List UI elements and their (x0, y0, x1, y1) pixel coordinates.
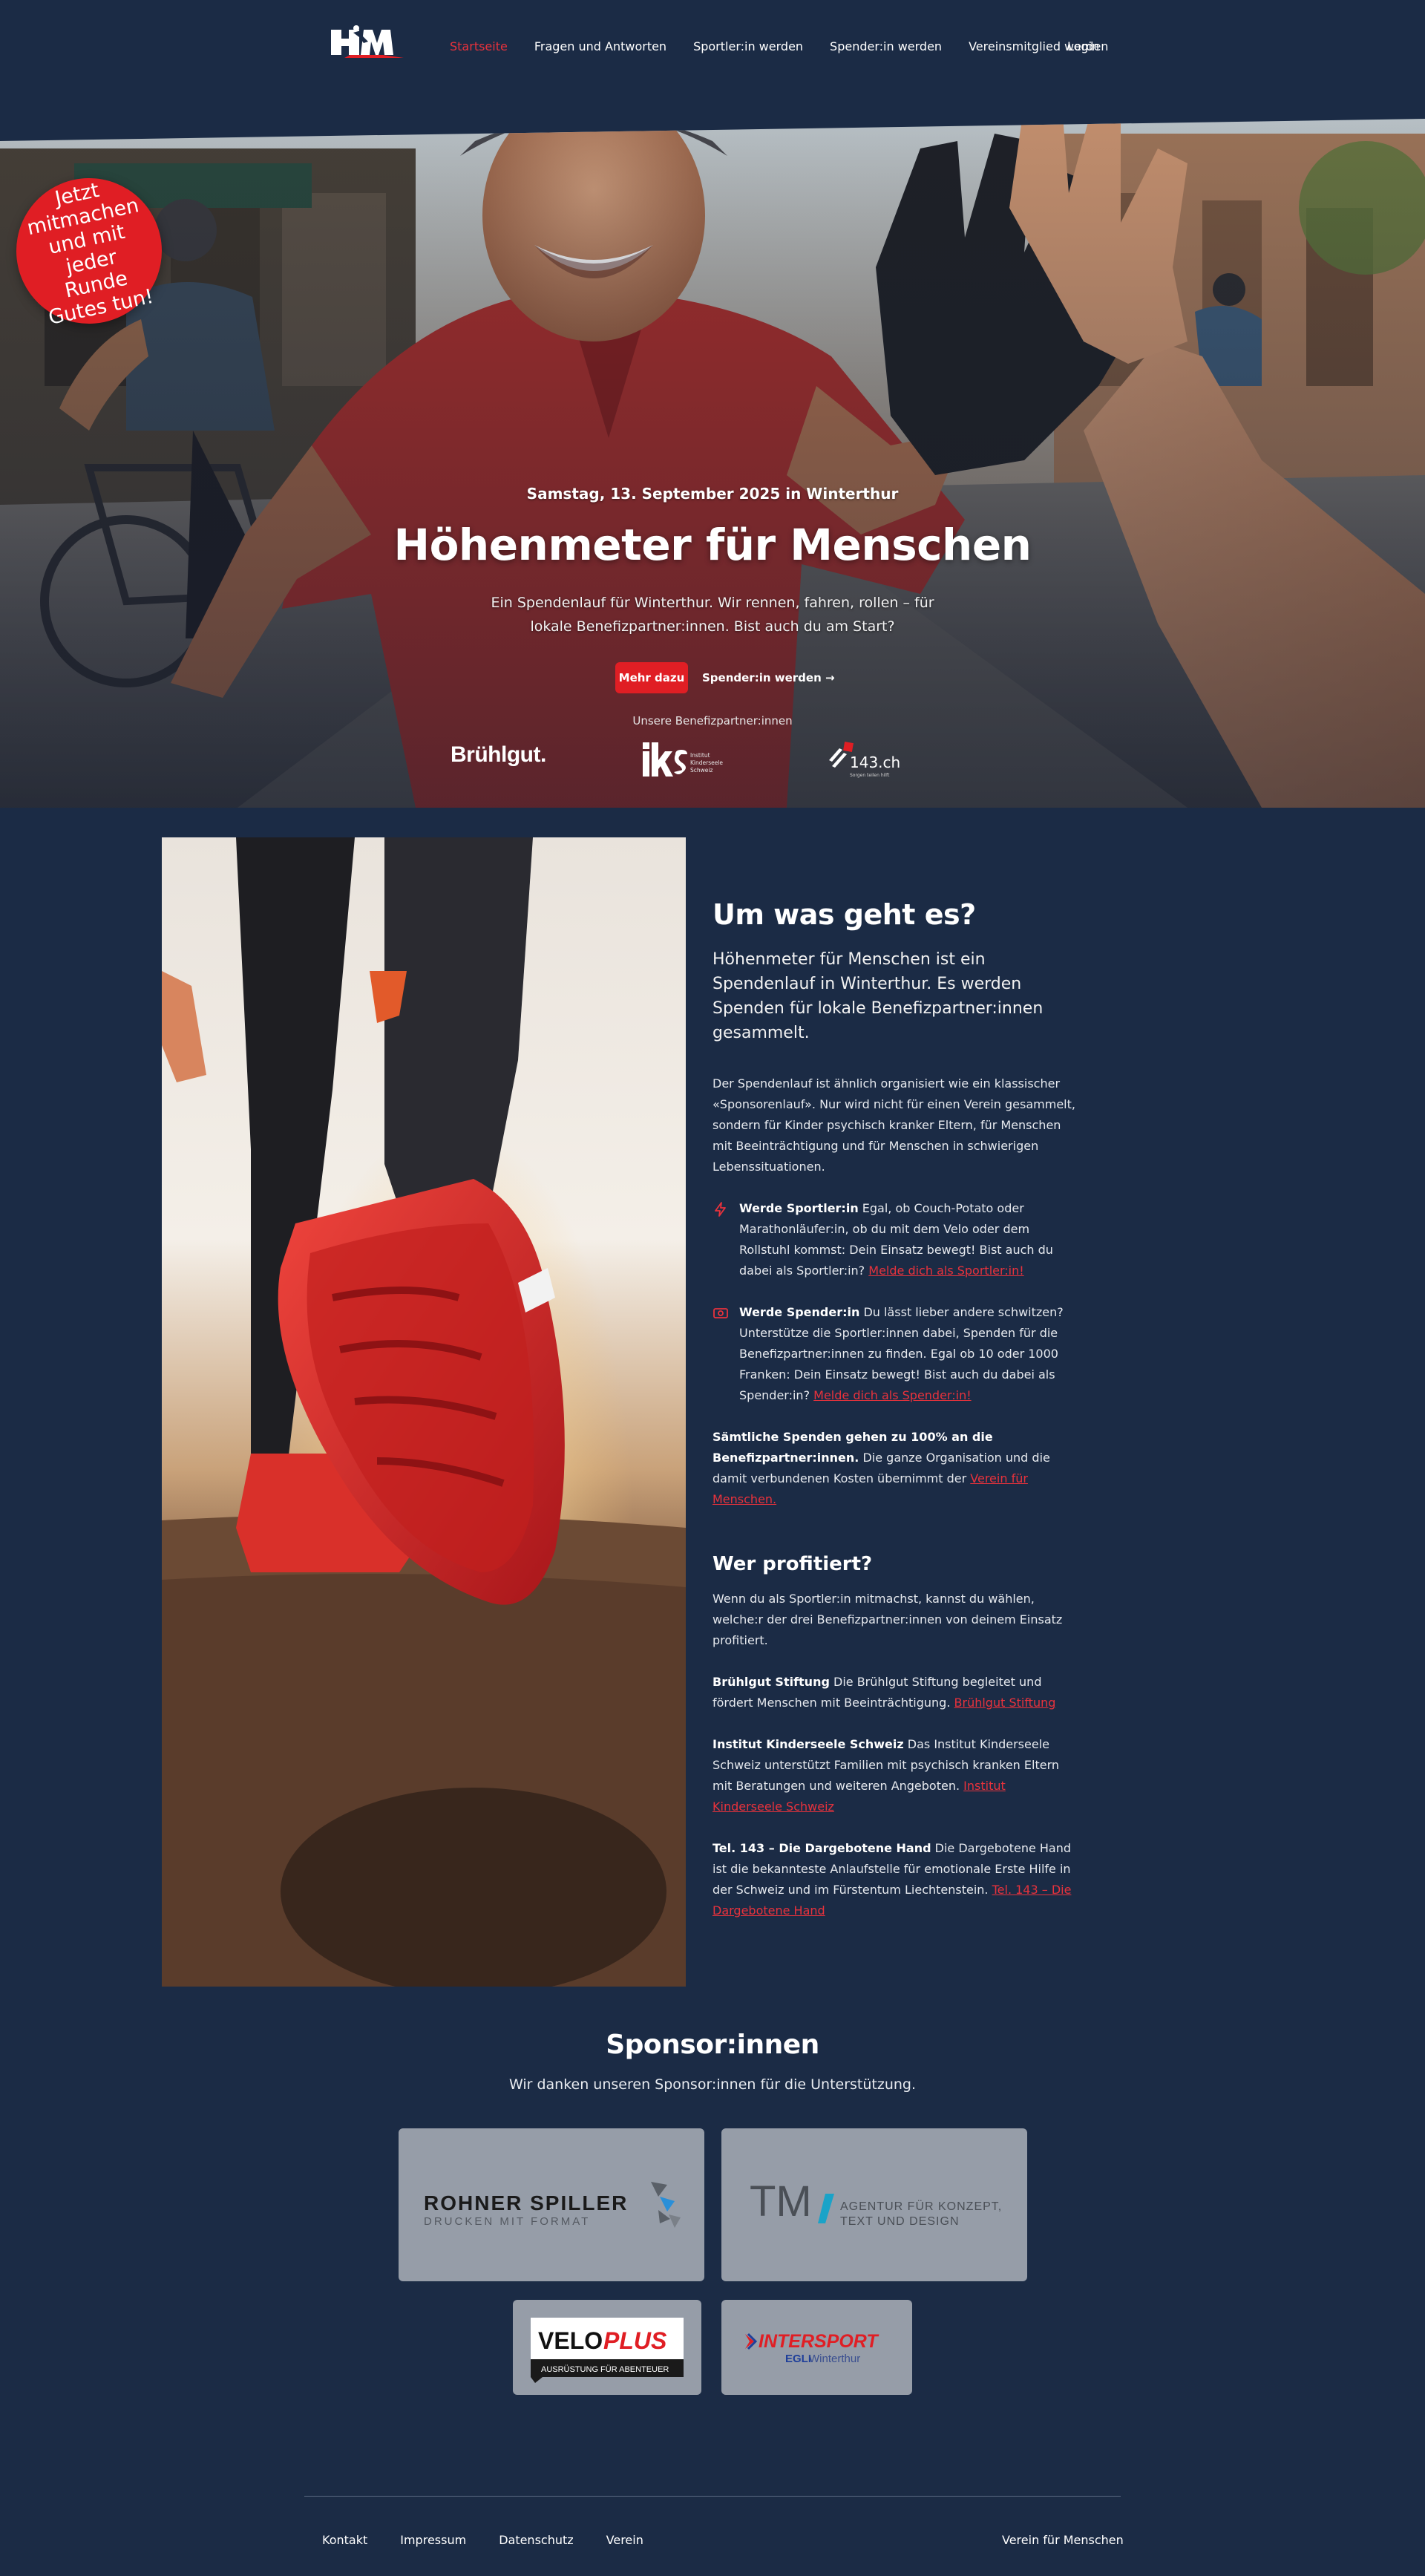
iks-line-2: Kinderseele (690, 759, 723, 766)
feature-donor: Werde Spender:in Du lässt lieber andere … (712, 1302, 1076, 1406)
velo-part-a: VELO (538, 2327, 603, 2354)
runner-shoe-photo (162, 837, 686, 1987)
tel143-tagline: Sorgen teilen hilft (850, 773, 890, 778)
tel143-text: 143.ch (850, 753, 900, 771)
rohner-spiller-logo-icon: ROHNER SPILLER DRUCKEN MIT FORMAT (424, 2182, 681, 2228)
sponsor-card-intersport[interactable]: INTERSPORT EGLI Winterthur (721, 2300, 912, 2395)
partner-logo-iks[interactable]: Institut Kinderseele Schweiz (641, 738, 723, 779)
about-heading: Um was geht es? (712, 898, 976, 931)
main-menu: Startseite Fragen und Antworten Sportler… (450, 39, 1135, 53)
about-content: Um was geht es? Höhenmeter für Menschen … (712, 898, 1076, 1921)
partners-label: Unsere Benefizpartner:innen (632, 714, 793, 728)
hero-content: Samstag, 13. September 2025 in Winterthu… (0, 119, 1425, 808)
intersport-logo-icon: INTERSPORT EGLI Winterthur (745, 2331, 879, 2365)
beneficiaries-heading: Wer profitiert? (712, 1553, 873, 1575)
sponsor-card-tm-agentur[interactable]: TM AGENTUR FÜR KONZEPT, TEXT UND DESIGN (721, 2128, 1027, 2281)
intersport-sub-bold: EGLI (785, 2353, 811, 2365)
feature-athlete-text: Werde Sportler:in Egal, ob Couch-Potato … (739, 1198, 1076, 1281)
hero-section: Samstag, 13. September 2025 in Winterthu… (0, 119, 1425, 808)
tm-line-1: AGENTUR FÜR KONZEPT, (840, 2200, 1002, 2213)
mehr-dazu-button[interactable]: Mehr dazu (615, 662, 688, 693)
about-intro: Der Spendenlauf ist ähnlich organisiert … (712, 1076, 1075, 1174)
beneficiary-143: Tel. 143 – Die Dargebotene Hand Die Darg… (712, 1838, 1076, 1921)
partner-logo-143[interactable]: 143.ch Sorgen teilen hilft (828, 739, 902, 779)
runner-photo-illustration (162, 837, 686, 1987)
tm-agentur-logo-icon: TM AGENTUR FÜR KONZEPT, TEXT UND DESIGN (750, 2177, 1002, 2228)
footer-link-impressum[interactable]: Impressum (400, 2533, 466, 2547)
iks-line-3: Schweiz (690, 767, 712, 774)
beneficiaries-intro: Wenn du als Sportler:in mitmachst, kanns… (712, 1592, 1063, 1647)
lightning-icon (715, 1202, 726, 1217)
sponsor-card-veloplus[interactable]: VELO PLUS AUSRÜSTUNG FÜR ABENTEUER (513, 2300, 701, 2395)
hero-subtitle: Ein Spendenlauf für Winterthur. Wir renn… (491, 595, 934, 635)
sponsors-subtitle: Wir danken unseren Sponsor:innen für die… (508, 2076, 917, 2093)
nav-fragen-und-antworten[interactable]: Fragen und Antworten (534, 39, 666, 53)
beneficiary-143-name: Tel. 143 – Die Dargebotene Hand (712, 1841, 931, 1855)
event-date: Samstag, 13. September 2025 in Winterthu… (526, 485, 899, 503)
velo-tagline: AUSRÜSTUNG FÜR ABENTEUER (541, 2365, 669, 2374)
spender-werden-link[interactable]: Spender:in werden → (702, 662, 835, 693)
beneficiary-bruehlgut: Brühlgut Stiftung Die Brühlgut Stiftung … (712, 1672, 1076, 1713)
footer-link-verein[interactable]: Verein (606, 2533, 643, 2547)
partner-logo-bruehlgut[interactable]: Brühlgut. (451, 742, 546, 768)
tm-line-2: TEXT UND DESIGN (840, 2215, 960, 2228)
site-logo[interactable] (331, 25, 404, 58)
spender-signup-link[interactable]: Melde dich als Spender:in! (813, 1388, 971, 1402)
donations-note: Sämtliche Spenden gehen zu 100% an die B… (712, 1427, 1076, 1510)
nav-startseite[interactable]: Startseite (450, 39, 508, 53)
feature-athlete-title: Werde Sportler:in (739, 1201, 859, 1215)
velo-part-b: PLUS (603, 2327, 667, 2354)
footer-menu: Kontakt Impressum Datenschutz Verein (322, 2533, 676, 2547)
sportler-signup-link[interactable]: Melde dich als Sportler:in! (868, 1264, 1023, 1278)
about-lead: Höhenmeter für Menschen ist ein Spendenl… (712, 950, 1044, 1042)
bruehlgut-link[interactable]: Brühlgut Stiftung (954, 1696, 1056, 1710)
footer-link-kontakt[interactable]: Kontakt (322, 2533, 367, 2547)
banknote-icon (713, 1308, 728, 1318)
nav-sportler-werden[interactable]: Sportler:in werden (693, 39, 803, 53)
feature-donor-title: Werde Spender:in (739, 1305, 860, 1319)
rohner-tagline: DRUCKEN MIT FORMAT (424, 2215, 590, 2228)
footer-divider (304, 2496, 1121, 2497)
login-link[interactable]: Login (1067, 39, 1099, 53)
tm-letters: TM (750, 2177, 812, 2226)
nav-spender-werden[interactable]: Spender:in werden (830, 39, 942, 53)
rohner-name: ROHNER SPILLER (424, 2191, 628, 2214)
veloplus-logo-icon: VELO PLUS AUSRÜSTUNG FÜR ABENTEUER (531, 2318, 684, 2383)
footer-verein-fuer-menschen[interactable]: Verein für Menschen (1002, 2533, 1124, 2547)
sponsors-heading: Sponsor:innen (606, 2030, 819, 2060)
hfm-logo-icon (331, 25, 404, 58)
iks-line-1: Institut (690, 752, 710, 759)
hero-title: Höhenmeter für Menschen (393, 520, 1032, 570)
intersport-name: INTERSPORT (759, 2331, 879, 2352)
iks-logo-icon: Institut Kinderseele Schweiz (643, 742, 723, 777)
beneficiary-bruehlgut-name: Brühlgut Stiftung (712, 1675, 830, 1689)
feature-athlete: Werde Sportler:in Egal, ob Couch-Potato … (712, 1198, 1076, 1281)
intersport-sub: Winterthur (809, 2353, 860, 2365)
tel143-logo-icon: 143.ch Sorgen teilen hilft (829, 742, 900, 778)
beneficiary-iks-name: Institut Kinderseele Schweiz (712, 1737, 904, 1751)
top-navigation: Startseite Fragen und Antworten Sportler… (0, 0, 1425, 97)
feature-donor-text: Werde Spender:in Du lässt lieber andere … (739, 1302, 1076, 1406)
footer-link-datenschutz[interactable]: Datenschutz (499, 2533, 573, 2547)
sponsor-card-rohner-spiller[interactable]: ROHNER SPILLER DRUCKEN MIT FORMAT (399, 2128, 704, 2281)
beneficiary-iks: Institut Kinderseele Schweiz Das Institu… (712, 1734, 1076, 1817)
